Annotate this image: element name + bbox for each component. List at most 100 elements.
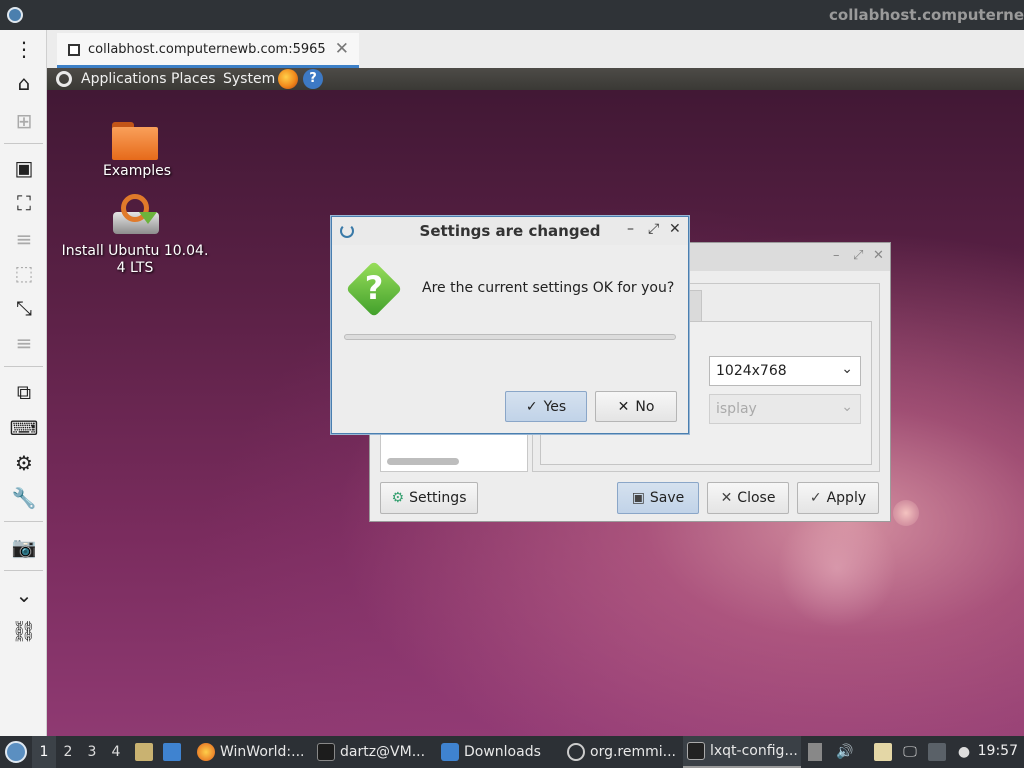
horizontal-scrollbar[interactable]: [387, 458, 459, 465]
scroll-handle-icon[interactable]: [808, 743, 822, 761]
task-label: Downloads: [464, 744, 541, 760]
fit-window-icon[interactable]: ▣: [9, 153, 39, 183]
maximize-icon[interactable]: ⤢: [648, 221, 659, 237]
settings-changed-dialog: Settings are changed – ⤢ ✕ ? Are the cur…: [331, 216, 689, 434]
notification-icon[interactable]: [928, 743, 946, 761]
gnome-top-panel: Applications Places System ?: [47, 68, 1024, 90]
minimize-icon[interactable]: –: [627, 221, 634, 237]
desktop-icon-label[interactable]: Examples: [87, 163, 187, 179]
network-icon[interactable]: 🖵: [901, 743, 919, 761]
home-icon[interactable]: ⌂: [9, 68, 39, 98]
minimize-icon[interactable]: –: [833, 248, 840, 263]
desktop-icon-label-line: 4 LTS: [116, 260, 154, 276]
menu-icon[interactable]: ≡: [9, 224, 39, 254]
multi-monitor-icon[interactable]: ⧉: [9, 377, 39, 407]
display-value: isplay: [716, 401, 757, 417]
more-vert-icon[interactable]: ⋮: [9, 34, 39, 64]
display-select: isplay ⌄: [709, 394, 861, 424]
timeout-progress-bar: [344, 334, 676, 340]
monitor-icon: [687, 742, 705, 760]
new-window-icon[interactable]: ⊞: [9, 106, 39, 136]
settings-button-label: Settings: [409, 490, 467, 506]
minimize-icon[interactable]: ⌄: [9, 580, 39, 610]
task-downloads[interactable]: Downloads: [437, 736, 559, 768]
help-icon[interactable]: ?: [303, 69, 323, 89]
screen-icon: [68, 44, 80, 56]
workspace-2[interactable]: 2: [56, 736, 80, 768]
toolbar-separator: [4, 521, 43, 522]
yes-button-label: Yes: [543, 398, 567, 415]
chevron-down-icon: ⌄: [841, 361, 853, 377]
disconnect-icon[interactable]: ⛓: [9, 616, 39, 646]
resolution-value: 1024x768: [716, 363, 787, 379]
folder-icon[interactable]: [112, 122, 158, 160]
wallpaper-glow: [777, 508, 897, 628]
dialog-titlebar: Settings are changed – ⤢ ✕: [332, 217, 688, 245]
window-title: collabhost.computerne: [829, 6, 1024, 24]
dialog-question: Are the current settings OK for you?: [422, 280, 675, 296]
checkmark-icon: ✓: [525, 398, 538, 415]
task-firefox[interactable]: WinWorld:...: [193, 736, 309, 768]
resize-icon[interactable]: ⤡: [9, 293, 39, 323]
close-button[interactable]: ✕ Close: [707, 482, 789, 514]
close-icon: ✕: [617, 398, 630, 415]
apply-button-label: Apply: [826, 490, 867, 506]
checkmark-icon: ✓: [809, 490, 822, 506]
maximize-icon[interactable]: ⤢: [853, 248, 863, 263]
tools-icon[interactable]: 🔧: [9, 483, 39, 513]
desktop-icon-label-line: Install Ubuntu 10.04.: [61, 243, 209, 259]
power-icon[interactable]: ●: [955, 743, 973, 761]
close-icon[interactable]: ✕: [669, 221, 681, 237]
apply-button[interactable]: ✓ Apply: [797, 482, 879, 514]
screenshot-icon[interactable]: 📷: [9, 532, 39, 562]
preferences-icon[interactable]: ⚙: [9, 448, 39, 478]
file-manager-icon[interactable]: [135, 743, 153, 761]
tab-connection[interactable]: collabhost.computernewb.com:5965 ✕: [57, 33, 359, 68]
folder-icon: [441, 743, 459, 761]
scaled-icon[interactable]: ⬚: [9, 258, 39, 288]
task-lxqt-config[interactable]: lxqt-config...: [683, 736, 801, 768]
save-button[interactable]: ▣ Save: [617, 482, 699, 514]
remmina-icon: [567, 743, 585, 761]
clipboard-icon[interactable]: [874, 743, 892, 761]
menu-icon[interactable]: ≡: [9, 328, 39, 358]
workspace-1[interactable]: 1: [32, 736, 56, 768]
resolution-select[interactable]: 1024x768 ⌄: [709, 356, 861, 386]
ubuntu-logo-icon[interactable]: [56, 71, 72, 87]
menu-places[interactable]: Places: [171, 71, 216, 87]
fullscreen-icon[interactable]: ⛶: [9, 188, 39, 218]
task-label: org.remmi...: [590, 744, 676, 760]
no-button-label: No: [635, 398, 655, 415]
remote-toolbar: ⋮ ⌂ ⊞ ▣ ⛶ ≡ ⬚ ⤡ ≡ ⧉ ⌨ ⚙ 🔧 📷 ⌄ ⛓: [0, 30, 47, 736]
close-icon: ✕: [720, 490, 733, 506]
tab-label: collabhost.computernewb.com:5965: [88, 42, 326, 57]
show-desktop-icon[interactable]: [163, 743, 181, 761]
remmina-titlebar: collabhost.computerne: [0, 0, 1024, 30]
firefox-icon[interactable]: [278, 69, 298, 89]
save-icon: ▣: [631, 490, 645, 506]
remote-desktop[interactable]: Applications Places System ? Examples In…: [47, 68, 1024, 736]
yes-button[interactable]: ✓ Yes: [505, 391, 587, 422]
question-icon: ?: [345, 260, 403, 318]
volume-icon[interactable]: 🔊: [836, 743, 854, 761]
start-menu-icon[interactable]: [5, 741, 27, 763]
menu-applications[interactable]: Applications: [81, 71, 167, 87]
task-label: WinWorld:...: [220, 744, 305, 760]
task-label: lxqt-config...: [710, 743, 798, 759]
terminal-icon: [317, 743, 335, 761]
close-icon[interactable]: ✕: [335, 39, 349, 59]
task-terminal[interactable]: dartz@VM...: [313, 736, 433, 768]
workspace-4[interactable]: 4: [104, 736, 128, 768]
taskbar: 1 2 3 4 WinWorld:... dartz@VM... Downloa…: [0, 736, 1024, 768]
installer-icon[interactable]: [113, 194, 159, 236]
workspace-3[interactable]: 3: [80, 736, 104, 768]
menu-system[interactable]: System: [223, 71, 275, 87]
keyboard-icon[interactable]: ⌨: [9, 413, 39, 443]
task-remmina[interactable]: org.remmi...: [563, 736, 679, 768]
settings-button[interactable]: ⚙ Settings: [380, 482, 478, 514]
close-icon[interactable]: ✕: [873, 248, 884, 263]
tab-bar: collabhost.computernewb.com:5965 ✕: [47, 30, 1024, 68]
no-button[interactable]: ✕ No: [595, 391, 677, 422]
desktop-icon-label[interactable]: Install Ubuntu 10.04. 4 LTS: [57, 243, 213, 277]
chevron-down-icon: ⌄: [841, 399, 853, 415]
